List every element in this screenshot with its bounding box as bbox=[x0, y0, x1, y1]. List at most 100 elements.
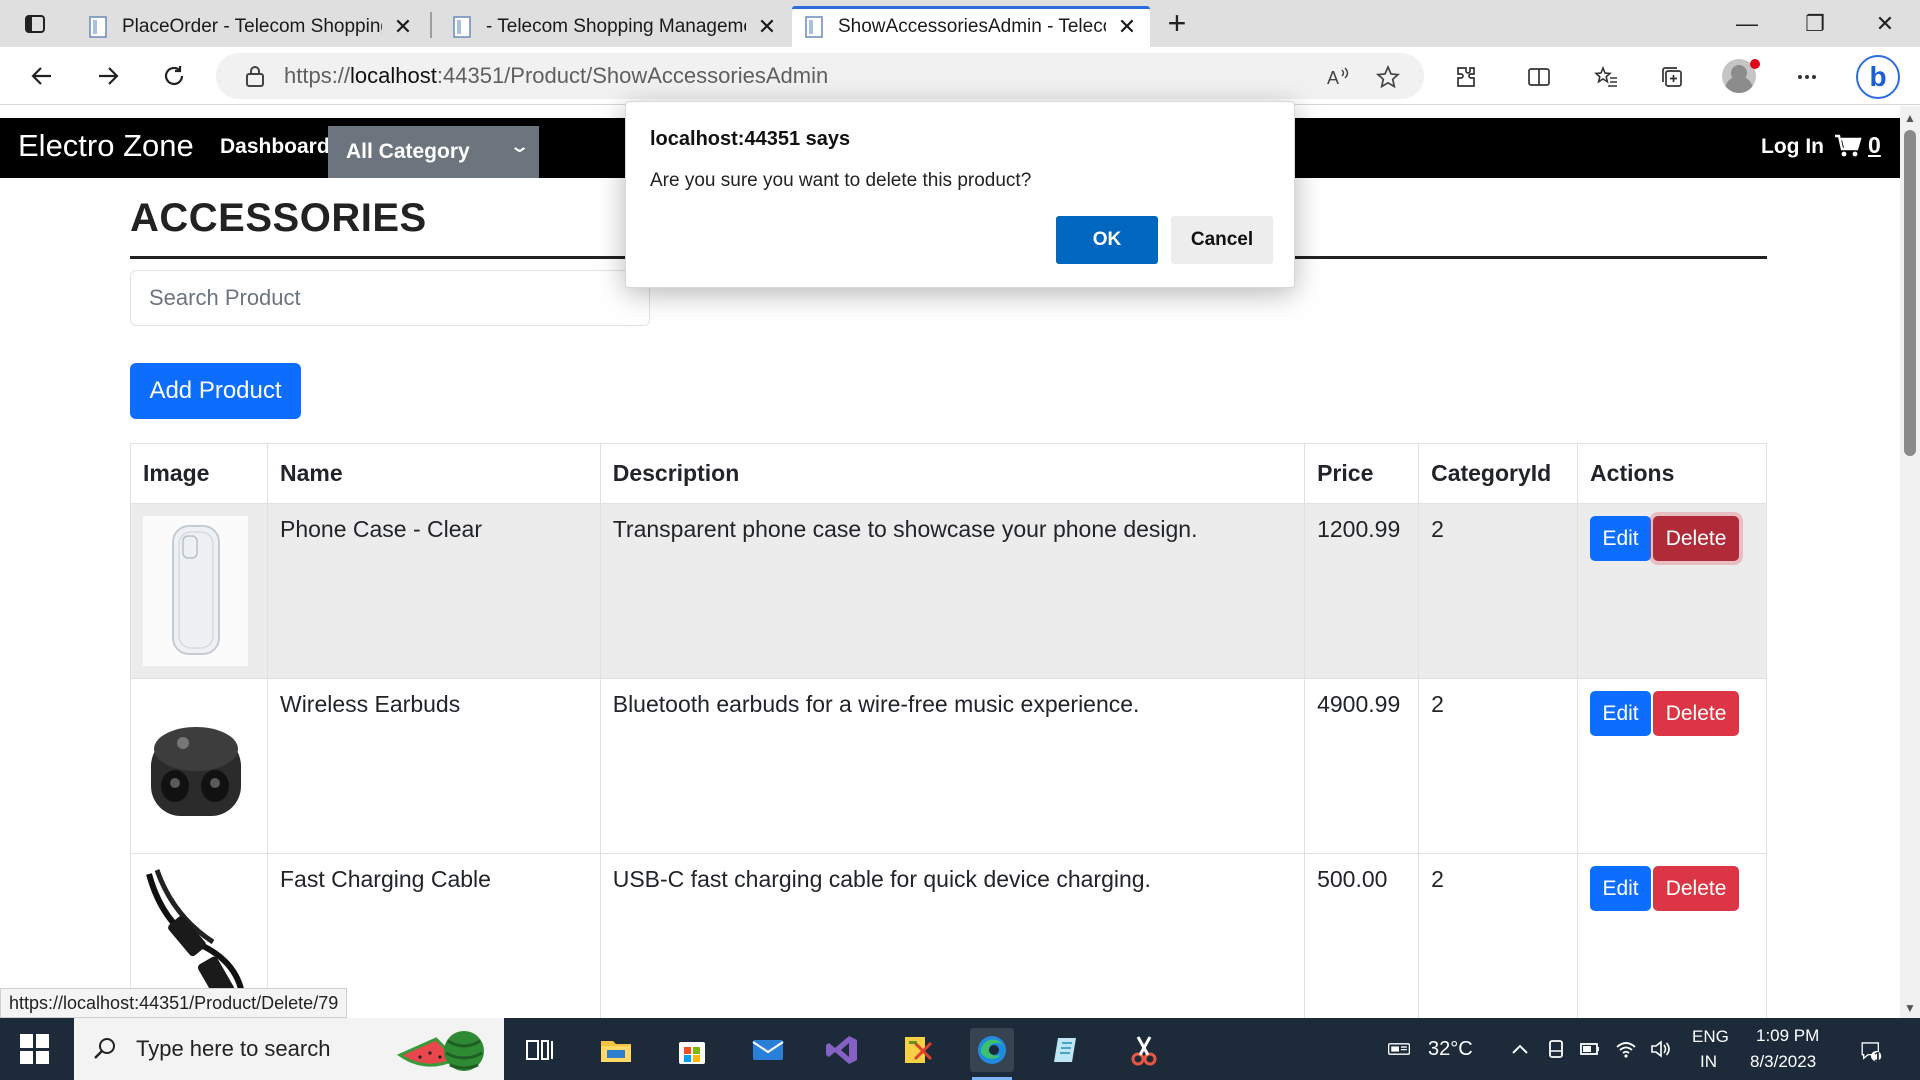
category-select[interactable]: All Category ⌄ bbox=[328, 126, 539, 178]
battery-icon[interactable] bbox=[1578, 1038, 1602, 1060]
new-tab-icon[interactable]: + bbox=[1160, 7, 1194, 42]
ok-button[interactable]: OK bbox=[1056, 216, 1158, 264]
edit-button[interactable]: Edit bbox=[1590, 516, 1652, 561]
file-explorer-icon[interactable] bbox=[594, 1028, 638, 1072]
extensions-icon[interactable] bbox=[1449, 62, 1483, 92]
tab-actions-menu-icon[interactable] bbox=[18, 11, 52, 37]
sticky-tools-icon[interactable] bbox=[896, 1028, 940, 1072]
shopping-cart-icon bbox=[1835, 134, 1862, 156]
tab-title: PlaceOrder - Telecom Shopping M bbox=[122, 15, 382, 37]
column-header-price: Price bbox=[1304, 443, 1420, 504]
delete-button[interactable]: Delete bbox=[1653, 866, 1740, 911]
microsoft-store-icon[interactable] bbox=[670, 1028, 714, 1072]
column-header-category-id: CategoryId bbox=[1418, 443, 1579, 504]
notifications-icon[interactable] bbox=[1856, 1036, 1886, 1066]
task-view-icon[interactable] bbox=[518, 1028, 562, 1072]
favorite-star-icon[interactable] bbox=[1374, 63, 1402, 91]
product-price-cell: 500.00 bbox=[1304, 853, 1420, 1018]
table-row: Fast Charging Cable USB-C fast charging … bbox=[130, 853, 1767, 1018]
cancel-button[interactable]: Cancel bbox=[1171, 216, 1273, 264]
windows-start-icon[interactable] bbox=[20, 1034, 50, 1064]
page-title: ACCESSORIES bbox=[130, 196, 427, 240]
scrollbar-thumb[interactable] bbox=[1904, 130, 1916, 456]
volume-icon[interactable] bbox=[1648, 1038, 1672, 1060]
url-text[interactable]: https://localhost:44351/Product/ShowAcce… bbox=[284, 63, 828, 89]
link-status-bar: https://localhost:44351/Product/Delete/7… bbox=[0, 988, 348, 1018]
chevron-up-icon[interactable] bbox=[1508, 1038, 1532, 1060]
browser-tab-show-accessories-active[interactable]: ShowAccessoriesAdmin - Telecom ✕ bbox=[792, 6, 1150, 47]
favorites-icon[interactable] bbox=[1589, 62, 1623, 92]
bing-copilot-icon[interactable]: b bbox=[1856, 55, 1900, 99]
close-window-icon[interactable]: ✕ bbox=[1860, 8, 1910, 40]
visual-studio-icon[interactable] bbox=[820, 1028, 864, 1072]
forward-icon[interactable] bbox=[88, 58, 128, 94]
actions-cell: Edit Delete bbox=[1577, 853, 1767, 1018]
column-header-actions: Actions bbox=[1577, 443, 1767, 504]
product-price-cell: 4900.99 bbox=[1304, 678, 1420, 854]
browser-tab-strip: PlaceOrder - Telecom Shopping M ✕ - Tele… bbox=[0, 0, 1920, 47]
image-cell bbox=[130, 678, 268, 854]
weather-temperature[interactable]: 32°C bbox=[1428, 1038, 1473, 1061]
nav-link-dashboard[interactable]: Dashboard bbox=[220, 135, 330, 159]
page-favicon-icon bbox=[89, 15, 107, 38]
cart-count: 0 bbox=[1868, 132, 1881, 158]
collections-icon[interactable] bbox=[1655, 62, 1689, 92]
dialog-message: Are you sure you want to delete this pro… bbox=[650, 170, 1032, 191]
address-bar[interactable]: https://localhost:44351/Product/ShowAcce… bbox=[216, 53, 1424, 99]
taskbar-search-placeholder: Type here to search bbox=[136, 1036, 331, 1061]
browser-tab-telecom-management[interactable]: - Telecom Shopping Managemen ✕ bbox=[440, 6, 790, 47]
back-icon[interactable] bbox=[22, 58, 62, 94]
svg-text:A: A bbox=[1327, 68, 1339, 88]
edit-button[interactable]: Edit bbox=[1590, 691, 1652, 736]
edge-browser-icon[interactable] bbox=[970, 1028, 1014, 1080]
read-aloud-icon[interactable]: A bbox=[1324, 63, 1352, 91]
product-category-cell: 2 bbox=[1418, 853, 1579, 1018]
wifi-icon[interactable] bbox=[1614, 1038, 1638, 1060]
more-options-icon[interactable] bbox=[1790, 62, 1824, 92]
mail-icon[interactable] bbox=[746, 1028, 790, 1072]
split-screen-icon[interactable] bbox=[1522, 62, 1556, 92]
product-price-cell: 1200.99 bbox=[1304, 503, 1420, 679]
product-category-cell: 2 bbox=[1418, 503, 1579, 679]
actions-cell: Edit Delete bbox=[1577, 503, 1767, 679]
delete-button[interactable]: Delete bbox=[1653, 516, 1740, 561]
search-product-input[interactable] bbox=[130, 270, 650, 326]
column-header-description: Description bbox=[599, 443, 1306, 504]
clock-time[interactable]: 1:09 PM bbox=[1756, 1026, 1819, 1046]
search-icon bbox=[94, 1038, 115, 1059]
weather-icon[interactable] bbox=[1382, 1038, 1416, 1060]
profile-alert-badge bbox=[1750, 59, 1760, 69]
language-code[interactable]: ENG bbox=[1692, 1027, 1729, 1047]
product-name-cell: Wireless Earbuds bbox=[266, 678, 601, 854]
browser-toolbar: https://localhost:44351/Product/ShowAcce… bbox=[0, 47, 1920, 105]
clock-date[interactable]: 8/3/2023 bbox=[1750, 1052, 1816, 1072]
add-product-button[interactable]: Add Product bbox=[130, 363, 301, 419]
notepad-icon[interactable] bbox=[1046, 1028, 1090, 1072]
product-category-cell: 2 bbox=[1418, 678, 1579, 854]
cart-link[interactable]: 0 bbox=[1834, 132, 1881, 159]
product-image-phone-case bbox=[143, 516, 248, 666]
table-row: Phone Case - Clear Transparent phone cas… bbox=[130, 503, 1767, 679]
login-link[interactable]: Log In bbox=[1761, 135, 1824, 159]
close-tab-icon[interactable]: ✕ bbox=[392, 14, 414, 40]
language-region[interactable]: IN bbox=[1700, 1052, 1717, 1072]
lock-icon[interactable] bbox=[244, 64, 266, 88]
tab-title: ShowAccessoriesAdmin - Telecom bbox=[838, 15, 1106, 37]
close-tab-icon[interactable]: ✕ bbox=[1116, 14, 1138, 40]
touchpad-icon[interactable] bbox=[1544, 1038, 1568, 1060]
minimize-window-icon[interactable]: — bbox=[1722, 8, 1772, 40]
refresh-icon[interactable] bbox=[154, 58, 194, 94]
close-tab-icon[interactable]: ✕ bbox=[756, 14, 778, 40]
scroll-up-arrow-icon[interactable]: ▲ bbox=[1903, 112, 1917, 124]
watermelon-search-highlight-icon bbox=[396, 1031, 484, 1071]
tab-title: - Telecom Shopping Managemen bbox=[486, 15, 746, 37]
scroll-down-arrow-icon[interactable]: ▼ bbox=[1903, 1002, 1917, 1014]
edit-button[interactable]: Edit bbox=[1590, 866, 1652, 911]
delete-button[interactable]: Delete bbox=[1653, 691, 1740, 736]
browser-tab-place-order[interactable]: PlaceOrder - Telecom Shopping M ✕ bbox=[76, 6, 426, 47]
snipping-tool-icon[interactable] bbox=[1122, 1028, 1166, 1072]
chevron-down-icon: ⌄ bbox=[508, 136, 531, 156]
site-brand[interactable]: Electro Zone bbox=[18, 128, 194, 164]
restore-window-icon[interactable]: ❐ bbox=[1790, 8, 1840, 40]
product-description-cell: USB-C fast charging cable for quick devi… bbox=[599, 853, 1306, 1018]
